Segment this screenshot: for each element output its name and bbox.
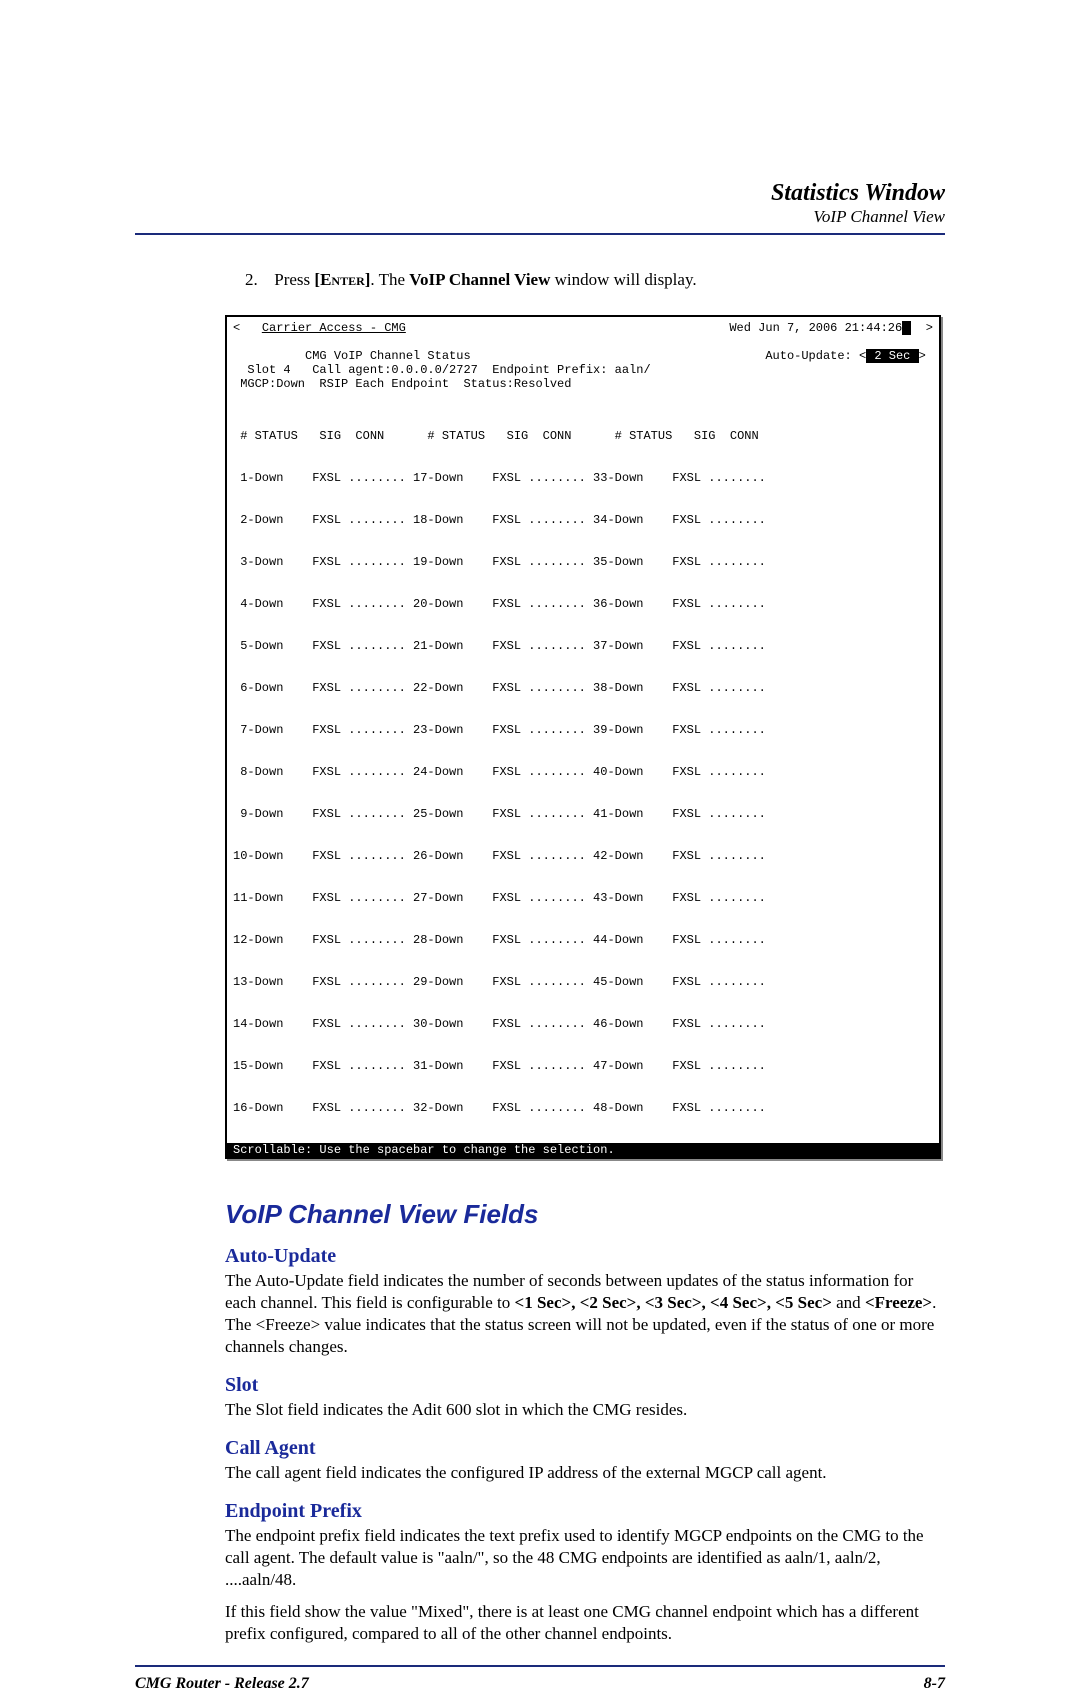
table-row: 7-Down FXSL ........ 23-Down FXSL ......… [233, 723, 933, 737]
text-bold: <Freeze> [865, 1293, 932, 1312]
header-rule [135, 233, 945, 235]
table-row: 3-Down FXSL ........ 19-Down FXSL ......… [233, 555, 933, 569]
footer-rule [135, 1665, 945, 1667]
terminal-app-title: Carrier Access - CMG [262, 321, 406, 335]
page-footer: CMG Router - Release 2.7 8-7 [135, 1675, 945, 1693]
table-row: 13-Down FXSL ........ 29-Down FXSL .....… [233, 975, 933, 989]
field-slot: Slot The Slot field indicates the Adit 6… [225, 1374, 945, 1421]
table-row: 16-Down FXSL ........ 32-Down FXSL .....… [233, 1101, 933, 1115]
terminal-window: < Carrier Access - CMG Wed Jun 7, 2006 2… [225, 315, 941, 1159]
instruction-middle: . The [370, 270, 409, 289]
terminal-right-arrow: > [926, 321, 933, 335]
header-subtitle: VoIP Channel View [135, 207, 945, 227]
field-text: The Slot field indicates the Adit 600 sl… [225, 1399, 945, 1421]
terminal-footer: Scrollable: Use the spacebar to change t… [227, 1143, 939, 1157]
page-header: Statistics Window VoIP Channel View [135, 180, 945, 227]
field-heading: Slot [225, 1374, 945, 1397]
footer-right: 8-7 [924, 1675, 945, 1693]
auto-update-label: Auto-Update: < [765, 349, 866, 363]
table-header: # STATUS SIG CONN # STATUS SIG CONN # ST… [233, 429, 933, 443]
field-endpoint-prefix: Endpoint Prefix The endpoint prefix fiel… [225, 1500, 945, 1645]
header-title: Statistics Window [135, 180, 945, 207]
table-row: 8-Down FXSL ........ 24-Down FXSL ......… [233, 765, 933, 779]
table-row: 4-Down FXSL ........ 20-Down FXSL ......… [233, 597, 933, 611]
field-heading: Auto-Update [225, 1245, 945, 1268]
table-row: 1-Down FXSL ........ 17-Down FXSL ......… [233, 471, 933, 485]
text-span: and [832, 1293, 865, 1312]
auto-update-close: > [919, 349, 926, 363]
table-row: 2-Down FXSL ........ 18-Down FXSL ......… [233, 513, 933, 527]
table-row: 9-Down FXSL ........ 25-Down FXSL ......… [233, 807, 933, 821]
field-text: If this field show the value "Mixed", th… [225, 1601, 945, 1645]
field-text: The call agent field indicates the confi… [225, 1462, 945, 1484]
key-enter: [Enter] [314, 270, 370, 289]
instruction-prefix: Press [274, 270, 314, 289]
cursor-icon [902, 321, 911, 335]
slot-line: Slot 4 Call agent:0.0.0.0/2727 Endpoint … [233, 363, 933, 377]
text-bold: <1 Sec>, <2 Sec>, <3 Sec>, <4 Sec>, <5 S… [515, 1293, 832, 1312]
field-heading: Call Agent [225, 1437, 945, 1460]
table-row: 14-Down FXSL ........ 30-Down FXSL .....… [233, 1017, 933, 1031]
field-call-agent: Call Agent The call agent field indicate… [225, 1437, 945, 1484]
auto-update-value[interactable]: 2 Sec [866, 349, 918, 363]
terminal-datetime: Wed Jun 7, 2006 21:44:26 [729, 321, 902, 335]
table-row: 10-Down FXSL ........ 26-Down FXSL .....… [233, 849, 933, 863]
field-text: The Auto-Update field indicates the numb… [225, 1270, 945, 1358]
field-heading: Endpoint Prefix [225, 1500, 945, 1523]
table-row: 12-Down FXSL ........ 28-Down FXSL .....… [233, 933, 933, 947]
mgcp-line: MGCP:Down RSIP Each Endpoint Status:Reso… [233, 377, 933, 391]
footer-left: CMG Router - Release 2.7 [135, 1675, 309, 1693]
terminal-left-arrow: < [233, 321, 240, 335]
step-number: 2. [245, 270, 270, 290]
field-text: The endpoint prefix field indicates the … [225, 1525, 945, 1591]
section-title: VoIP Channel View Fields [225, 1199, 945, 1230]
table-row: 6-Down FXSL ........ 22-Down FXSL ......… [233, 681, 933, 695]
table-row: 11-Down FXSL ........ 27-Down FXSL .....… [233, 891, 933, 905]
instruction-step: 2. Press [Enter]. The VoIP Channel View … [245, 270, 945, 290]
table-row: 15-Down FXSL ........ 31-Down FXSL .....… [233, 1059, 933, 1073]
terminal-status-title: CMG VoIP Channel Status [305, 349, 471, 363]
table-row: 5-Down FXSL ........ 21-Down FXSL ......… [233, 639, 933, 653]
instruction-suffix: window will display. [550, 270, 696, 289]
window-name: VoIP Channel View [409, 270, 550, 289]
field-auto-update: Auto-Update The Auto-Update field indica… [225, 1245, 945, 1358]
